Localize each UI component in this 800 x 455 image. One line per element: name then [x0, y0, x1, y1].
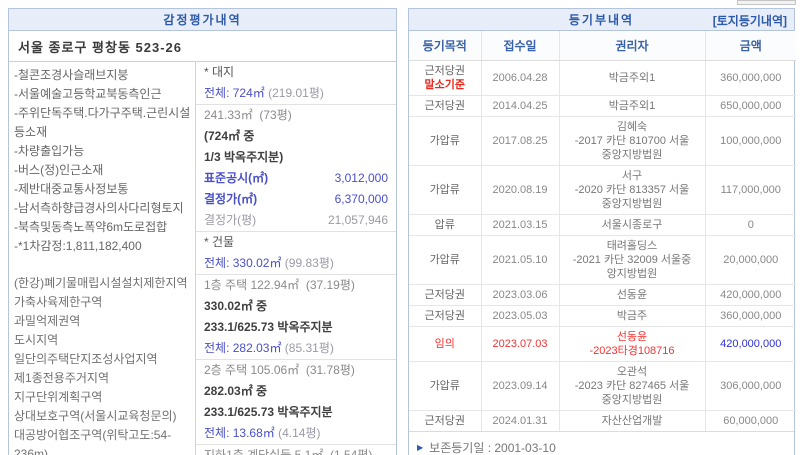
land-total-area: 전체: 724㎡ [204, 86, 265, 100]
col-date: 접수일 [480, 31, 559, 61]
appraisal-title: 감정평가내역 [163, 13, 242, 27]
col-holder: 권리자 [558, 31, 705, 61]
floor1-line: 1층 주택 122.94㎡ (37.19평) [204, 278, 355, 292]
registry-panel: 등기부내역 [토지등기내역] 등기목적 접수일 권리자 금액 근저당권 말소기준 … [408, 8, 796, 455]
notes-gap [14, 256, 191, 274]
zoning-item: 일단의주택단지조성사업지역 [14, 352, 158, 366]
floor1-share: 233.1/625.73 박옥주지분 [204, 320, 333, 334]
registry-row: 가압류 2020.08.19 서구 -2020 카단 813357 서울 중앙지… [409, 165, 796, 215]
floor2-line: 2층 주택 105.06㎡ (31.78평) [204, 363, 355, 377]
floor1-share-base: 330.02㎡ 중 [204, 299, 268, 313]
basement-line: 지하1층 계단실등 5.1㎡ (1.54평) [204, 448, 373, 455]
feature-item: -제반대중교통사정보통 [14, 182, 129, 196]
col-amount: 금액 [704, 31, 796, 61]
registry-row: 근저당권 2023.05.03 박금주 360,000,000 [409, 305, 796, 327]
appraisal-detail-column: * 대지 전체: 724㎡ (219.01평) 241.33㎡ (73평) (7… [196, 62, 396, 455]
zoning-item: 가축사육제한구역 [14, 295, 103, 309]
land-share-note-2: 1/3 박옥주지분) [204, 150, 284, 164]
registry-row: 가압류 2017.08.25 김혜숙 -2017 카단 810700 서울 중앙… [409, 116, 796, 166]
feature-item: -주위단독주택.다가구주택.근린시설등소재 [14, 106, 191, 139]
feature-item: -남서측하향급경사의사다리형토지 [14, 201, 184, 215]
zoning-item: 대공방어협조구역(위탁고도:54-236m) [14, 428, 172, 455]
col-purpose: 등기목적 [409, 31, 481, 61]
land-total-line: 전체: 724㎡ (219.01평) [196, 83, 396, 105]
registry-header-row: 등기목적 접수일 권리자 금액 [409, 31, 796, 61]
clipped-tab-stub[interactable] [737, 0, 796, 5]
floor2-share: 233.1/625.73 박옥주지분 [204, 405, 333, 419]
land-total-pyeong: (219.01평) [268, 86, 324, 100]
registry-row: 압류 2021.03.15 서울시종로구 0 [409, 214, 796, 236]
zoning-item: 과밀억제권역 [14, 314, 81, 328]
official-price-row: 표준공시(㎡) 3,012,000 [204, 171, 388, 185]
registry-row: 근저당권 2014.04.25 박금주외1 650,000,000 [409, 95, 796, 117]
land-share-note-1: (724㎡ 중 [204, 129, 255, 143]
property-address: 서울 종로구 평창동 523-26 [9, 31, 396, 62]
building-section-header: * 건물 [204, 235, 235, 249]
preservation-date-row: ▶ 보존등기일 : 2001-03-10 [409, 431, 794, 455]
registry-row: 가압류 2023.09.14 오관석 -2023 카단 827465 서울 중앙… [409, 361, 796, 411]
building-total-line: 전체: 330.02㎡ (99.83평) [196, 253, 396, 275]
registry-table: 등기목적 접수일 권리자 금액 근저당권 말소기준 2006.04.28 박금주외… [409, 31, 796, 431]
feature-item: -*1차감정:1,811,182,400 [14, 239, 142, 253]
registry-row: 가압류 2021.05.10 태려홀딩스 -2021 카단 32009 서울중 … [409, 235, 796, 285]
zoning-item: 상대보호구역(서울시교육청문의) [14, 409, 177, 423]
feature-item: -서울예술고등학교북동측인근 [14, 87, 162, 101]
feature-item: -버스(정)인근소재 [14, 163, 104, 177]
appraisal-panel-header: 감정평가내역 [9, 9, 396, 31]
floor2-total-line: 전체: 282.03㎡ (85.31평) [196, 338, 396, 360]
zoning-item: 지구단위계획구역 [14, 390, 103, 404]
feature-item: -철콘조경사슬래브지붕 [14, 68, 129, 82]
zoning-item: 제1종전용주거지역 [14, 371, 109, 385]
basement-total-line: 전체: 13.68㎡ (4.14평) [196, 423, 396, 445]
land-registry-link[interactable]: [토지등기내역] [713, 9, 787, 31]
zoning-item: 도시지역 [14, 333, 59, 347]
feature-item: -북측및동측노폭약6m도로접합 [14, 220, 168, 234]
land-section-header: * 대지 [204, 65, 235, 79]
appraisal-notes-column: -철콘조경사슬래브지붕 -서울예술고등학교북동측인근 -주위단독주택.다가구주택… [9, 62, 196, 455]
floor2-share-base: 282.03㎡ 중 [204, 384, 268, 398]
land-share-area: 241.33㎡ (73평) [204, 108, 292, 122]
registry-panel-header: 등기부내역 [토지등기내역] [409, 9, 794, 31]
appraisal-panel: 감정평가내역 서울 종로구 평창동 523-26 -철콘조경사슬래브지붕 -서울… [8, 8, 397, 455]
decided-price-sqm-row: 결정가(㎡) 6,370,000 [204, 192, 388, 206]
bullet-arrow-icon: ▶ [417, 442, 424, 452]
appraisal-body: -철콘조경사슬래브지붕 -서울예술고등학교북동측인근 -주위단독주택.다가구주택… [9, 62, 396, 455]
preservation-date-text: 보존등기일 : 2001-03-10 [429, 441, 556, 455]
registry-title: 등기부내역 [568, 13, 635, 27]
feature-item: -차량출입가능 [14, 144, 85, 158]
registry-row-auction: 임의 2023.07.03 선동윤 -2023타경108716 420,000,… [409, 326, 796, 362]
zoning-item: (한강)폐기물매립시설설치제한지역 [14, 276, 188, 290]
cancellation-basis-flag: 말소기준 [424, 79, 465, 91]
registry-row: 근저당권 말소기준 2006.04.28 박금주외1 360,000,000 [409, 60, 796, 96]
registry-row: 근저당권 2023.03.06 선동윤 420,000,000 [409, 284, 796, 306]
registry-row: 근저당권 2024.01.31 자산산업개발 60,000,000 [409, 410, 796, 431]
auction-detail-page: 감정평가내역 서울 종로구 평창동 523-26 -철콘조경사슬래브지붕 -서울… [0, 0, 800, 455]
decided-price-pyeong-row: 결정가(평) 21,057,946 [196, 210, 396, 232]
